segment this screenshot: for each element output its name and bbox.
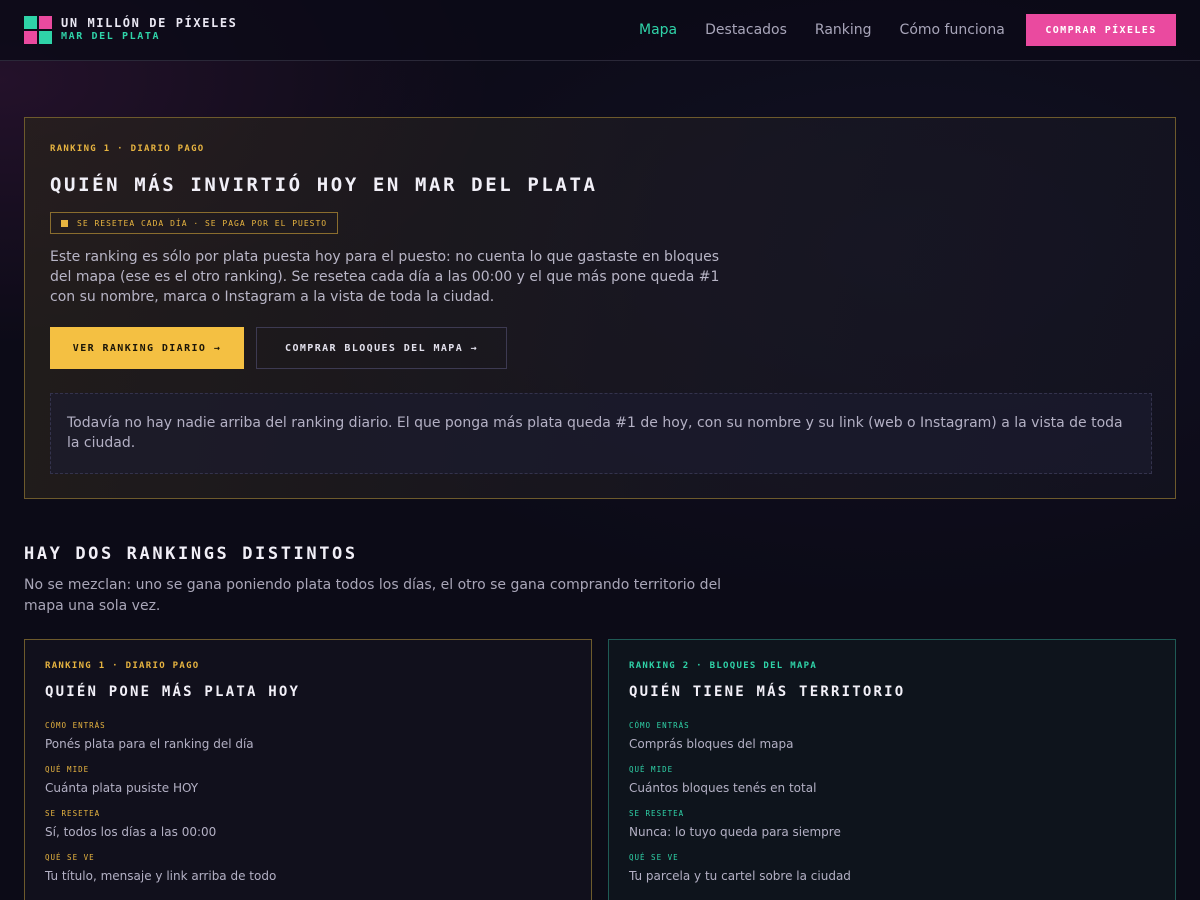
- row-value: Comprás bloques del mapa: [629, 737, 794, 751]
- logo[interactable]: Un millón de píxeles Mar del Plata: [24, 16, 238, 44]
- main-nav: Mapa Destacados Ranking Cómo funciona: [639, 21, 1033, 39]
- nav-link-ranking[interactable]: Ranking: [815, 21, 872, 39]
- row-value: Sí, todos los días a las 00:00: [45, 825, 217, 839]
- pixel-grid-logo-icon: [24, 16, 52, 44]
- nav-link-mapa[interactable]: Mapa: [639, 21, 677, 39]
- ranking-card-blocks: Ranking 2 · Bloques del mapa Quién tiene…: [608, 639, 1176, 900]
- card-title: Quién tiene más territorio: [629, 684, 906, 700]
- hero-kicker: Ranking 1 · Diario pago: [50, 144, 205, 154]
- row-value: Tu parcela y tu cartel sobre la ciudad: [629, 869, 851, 883]
- top-navbar: Un millón de píxeles Mar del Plata Mapa …: [0, 0, 1200, 61]
- row-value: Tu título, mensaje y link arriba de todo: [45, 869, 277, 883]
- card-row: Cómo entrás Ponés plata para el ranking …: [45, 721, 276, 765]
- row-value: Cuántos bloques tenés en total: [629, 781, 817, 795]
- nav-link-destacados[interactable]: Destacados: [705, 21, 787, 39]
- card-row: Qué mide Cuánta plata pusiste HOY: [45, 765, 276, 809]
- row-label: Qué se ve: [45, 853, 95, 862]
- reset-badge-label: Se resetea cada día · se paga por el pue…: [77, 218, 328, 228]
- row-label: Se resetea: [629, 809, 685, 818]
- card-row: Cómo entrás Comprás bloques del mapa: [629, 721, 851, 765]
- card-title: Quién pone más plata hoy: [45, 684, 301, 700]
- row-label: Qué mide: [45, 765, 90, 774]
- card-rows: Cómo entrás Comprás bloques del mapa Qué…: [629, 721, 851, 897]
- row-value: Cuánta plata pusiste HOY: [45, 781, 199, 795]
- row-label: Cómo entrás: [629, 721, 690, 730]
- card-rows: Cómo entrás Ponés plata para el ranking …: [45, 721, 276, 897]
- logo-subtitle: Mar del Plata: [61, 31, 161, 42]
- row-value: Nunca: lo tuyo queda para siempre: [629, 825, 841, 839]
- hero-title: Quién más invirtió hoy en Mar del Plata: [50, 174, 598, 196]
- card-kicker: Ranking 2 · Bloques del mapa: [629, 661, 818, 671]
- card-row: Qué mide Cuántos bloques tenés en total: [629, 765, 851, 809]
- empty-ranking-message: Todavía no hay nadie arriba del ranking …: [50, 393, 1152, 474]
- ranking-card-daily: Ranking 1 · Diario pago Quién pone más p…: [24, 639, 592, 900]
- card-kicker: Ranking 1 · Diario pago: [45, 661, 200, 671]
- square-icon: [61, 219, 68, 227]
- row-value: Ponés plata para el ranking del día: [45, 737, 254, 751]
- reset-badge: Se resetea cada día · se paga por el pue…: [50, 212, 339, 234]
- row-label: Qué mide: [629, 765, 674, 774]
- card-row: Se resetea Sí, todos los días a las 00:0…: [45, 809, 276, 853]
- logo-title: Un millón de píxeles: [61, 16, 238, 30]
- card-row: Se resetea Nunca: lo tuyo queda para sie…: [629, 809, 851, 853]
- daily-ranking-hero: Ranking 1 · Diario pago Quién más invirt…: [24, 117, 1176, 499]
- nav-link-como-funciona[interactable]: Cómo funciona: [900, 21, 1005, 39]
- section-subtitle: No se mezclan: uno se gana poniendo plat…: [24, 577, 722, 614]
- buy-map-blocks-button[interactable]: Comprar bloques del mapa →: [256, 327, 507, 369]
- card-row: Qué se ve Tu título, mensaje y link arri…: [45, 853, 276, 897]
- view-daily-ranking-button[interactable]: Ver ranking diario →: [50, 327, 244, 369]
- row-label: Se resetea: [45, 809, 101, 818]
- card-row: Qué se ve Tu parcela y tu cartel sobre l…: [629, 853, 851, 897]
- hero-description: Este ranking es sólo por plata puesta ho…: [50, 249, 720, 305]
- row-label: Cómo entrás: [45, 721, 106, 730]
- section-title: Hay dos rankings distintos: [24, 544, 358, 564]
- row-label: Qué se ve: [629, 853, 679, 862]
- buy-pixels-button[interactable]: Comprar píxeles: [1026, 14, 1176, 46]
